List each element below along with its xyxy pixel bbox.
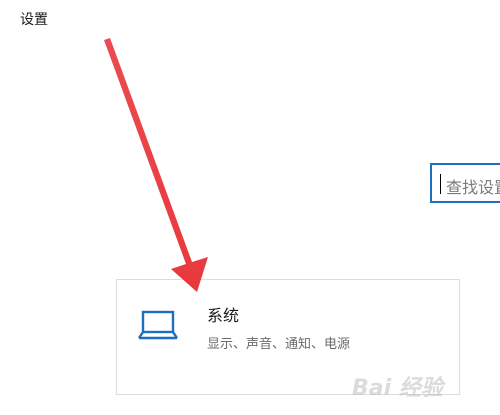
settings-search-input[interactable]: 查找设置: [430, 163, 500, 203]
search-placeholder: 查找设置: [446, 178, 500, 197]
settings-window: 设置 查找设置 系统 显示、声音、通知、电源 Bai 经验: [0, 0, 500, 415]
tile-subtitle: 显示、声音、通知、电源: [207, 337, 351, 352]
text-caret: [440, 174, 441, 194]
tile-title: 系统: [207, 306, 240, 325]
laptop-icon: [138, 310, 178, 340]
window-title: 设置: [20, 12, 48, 28]
watermark-text: Bai 经验: [352, 376, 443, 401]
baidu-watermark: Bai 经验: [352, 368, 492, 408]
